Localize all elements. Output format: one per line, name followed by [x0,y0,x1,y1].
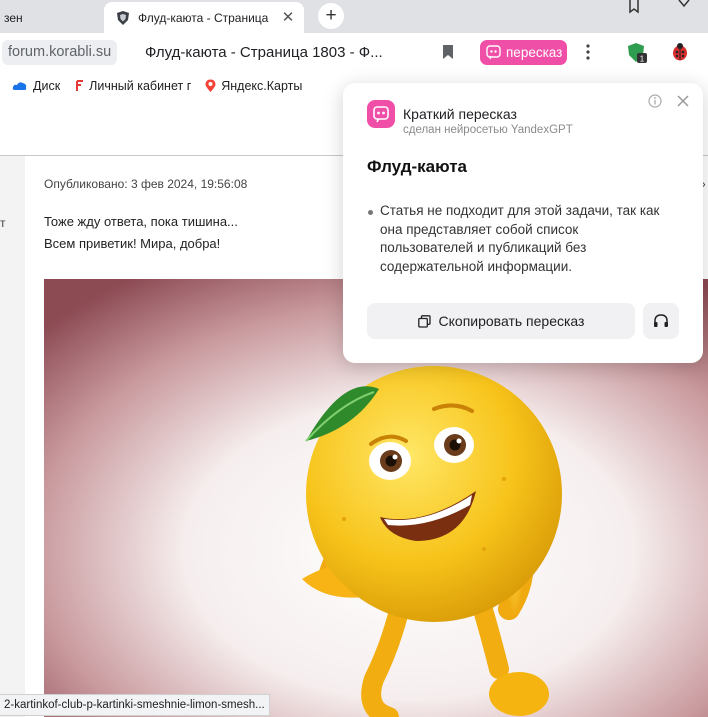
tab-active[interactable]: Флуд-каюта - Страница ✕ [104,2,304,33]
shield-favicon-icon [117,10,129,25]
address-domain[interactable]: forum.korabli.su [2,40,118,65]
tab-menu-icon[interactable] [677,0,691,14]
new-tab-button[interactable]: + [318,3,344,29]
close-icon[interactable] [676,94,690,108]
post-line-1: Тоже жду ответа, пока тишина... [44,214,238,229]
summary-bullet-text: Статья не подходит для этой задачи, так … [380,203,660,274]
copy-summary-label: Скопировать пересказ [438,313,585,329]
summary-heading: Флуд-каюта [367,157,467,176]
map-pin-icon [205,79,216,92]
tab-strip: зен Флуд-каюта - Страница ✕ + [0,0,708,33]
address-toolbar: forum.korabli.su Флуд-каюта - Страница 1… [0,33,708,73]
extension-badge: 1 [640,55,645,64]
copy-summary-button[interactable]: Скопировать пересказ [367,303,635,339]
bullet-dot [368,210,373,215]
address-page-title[interactable]: Флуд-каюта - Страница 1803 - Ф... [145,40,383,65]
post-body: Тоже жду ответа, пока тишина... Всем при… [44,211,238,255]
bookmark-label: Яндекс.Карты [221,78,303,93]
bookmark-disk[interactable]: Диск [12,79,60,93]
info-icon[interactable] [648,94,662,108]
quote-bubble-icon [486,45,501,60]
close-icon[interactable]: ✕ [280,9,296,26]
tab-previous-title: зен [4,11,23,25]
post-gutter [0,156,25,717]
post-published-date: Опубликовано: 3 фев 2024, 19:56:08 [44,177,248,191]
listen-summary-button[interactable] [643,303,679,339]
more-menu-icon[interactable] [584,42,592,62]
extension-ladybug-icon[interactable] [670,42,690,62]
headphones-icon [654,314,668,327]
extension-shield-icon[interactable]: 1 [626,42,648,64]
summary-button[interactable]: пересказ [480,40,567,65]
tab-previous[interactable]: зен [0,5,27,33]
copy-icon [417,314,431,328]
summary-logo-icon [367,100,395,128]
bookmark-cabinet[interactable]: Личный кабинет г [74,79,191,93]
bookmark-label: Личный кабинет г [89,78,192,93]
gutter-text: т [0,216,6,230]
bookmark-maps[interactable]: Яндекс.Карты [205,79,302,93]
status-bar-url: 2-kartinkof-club-p-kartinki-smeshnie-lim… [0,694,270,716]
summary-popup: Краткий пересказ сделан нейросетью Yande… [343,83,703,363]
post-line-2: Всем приветик! Мира, добра! [44,236,221,251]
summary-popup-title: Краткий пересказ [403,106,517,122]
summary-button-label: пересказ [506,45,563,60]
bookmark-list-icon[interactable] [627,0,643,14]
tab-active-title: Флуд-каюта - Страница [138,10,269,25]
summary-popup-subtitle: сделан нейросетью YandexGPT [403,124,573,136]
f-logo-icon [76,79,84,91]
cloud-icon [12,81,27,90]
bookmark-label: Диск [33,78,61,93]
bookmark-icon[interactable] [441,44,455,60]
